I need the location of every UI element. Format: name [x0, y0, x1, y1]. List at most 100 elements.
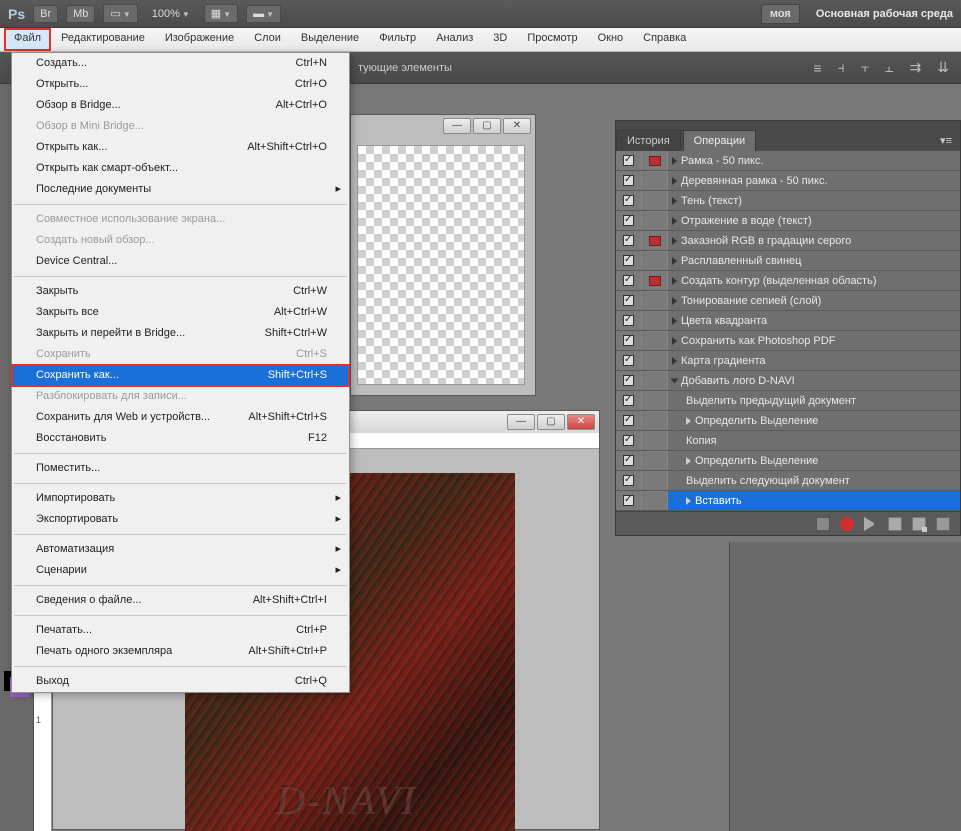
stop-icon[interactable] — [816, 517, 830, 531]
disclosure-icon[interactable] — [672, 297, 677, 305]
menu-view[interactable]: Просмотр — [517, 28, 587, 51]
minibridge-button[interactable]: Mb — [66, 5, 95, 23]
menu-item[interactable]: Печать одного экземпляраAlt+Shift+Ctrl+P — [12, 641, 349, 662]
menu-item[interactable]: Создать...Ctrl+N — [12, 53, 349, 74]
menu-item[interactable]: Импортировать — [12, 488, 349, 509]
disclosure-icon[interactable] — [672, 197, 677, 205]
disclosure-icon[interactable] — [686, 497, 691, 505]
disclosure-icon[interactable] — [686, 417, 691, 425]
action-row[interactable]: Тонирование сепией (слой) — [616, 291, 960, 311]
menu-analysis[interactable]: Анализ — [426, 28, 483, 51]
action-row[interactable]: Сохранить как Photoshop PDF — [616, 331, 960, 351]
checkbox-icon[interactable] — [623, 435, 634, 446]
action-row[interactable]: Выделить предыдущий документ — [616, 391, 960, 411]
trash-icon[interactable] — [936, 517, 950, 531]
disclosure-icon[interactable] — [671, 378, 679, 383]
maximize-button[interactable]: ▢ — [537, 414, 565, 430]
screenmode-button[interactable]: ▬▼ — [246, 5, 281, 23]
new-action-icon[interactable] — [912, 517, 926, 531]
checkbox-icon[interactable] — [623, 295, 634, 306]
minimize-button[interactable]: — — [443, 118, 471, 134]
minimize-button[interactable]: — — [507, 414, 535, 430]
menu-item[interactable]: Поместить... — [12, 458, 349, 479]
distribute-icon[interactable]: ⇉ — [910, 59, 922, 76]
close-button[interactable]: ✕ — [567, 414, 595, 430]
disclosure-icon[interactable] — [672, 157, 677, 165]
align-icon[interactable]: ⫞ — [838, 59, 845, 76]
zoom-value[interactable]: 100%▼ — [152, 8, 190, 20]
menu-edit[interactable]: Редактирование — [51, 28, 155, 51]
menu-item[interactable]: Открыть как смарт-объект... — [12, 158, 349, 179]
checkbox-icon[interactable] — [623, 335, 634, 346]
checkbox-icon[interactable] — [623, 195, 634, 206]
checkbox-icon[interactable] — [623, 155, 634, 166]
action-row[interactable]: Расплавленный свинец — [616, 251, 960, 271]
action-row[interactable]: Заказной RGB в градации серого — [616, 231, 960, 251]
menu-item[interactable]: Открыть как...Alt+Shift+Ctrl+O — [12, 137, 349, 158]
bridge-button[interactable]: Br — [33, 5, 58, 23]
action-row[interactable]: Деревянная рамка - 50 пикс. — [616, 171, 960, 191]
checkbox-icon[interactable] — [623, 355, 634, 366]
disclosure-icon[interactable] — [672, 277, 677, 285]
menu-select[interactable]: Выделение — [291, 28, 369, 51]
panel-menu-icon[interactable]: ▾≡ — [932, 130, 960, 151]
menu-item[interactable]: Последние документы — [12, 179, 349, 200]
checkbox-icon[interactable] — [623, 275, 634, 286]
menu-3d[interactable]: 3D — [483, 28, 517, 51]
distribute-icon[interactable]: ⇊ — [937, 59, 949, 76]
checkbox-icon[interactable] — [623, 395, 634, 406]
menu-item[interactable]: Device Central... — [12, 251, 349, 272]
menu-item[interactable]: Обзор в Bridge...Alt+Ctrl+O — [12, 95, 349, 116]
menu-item[interactable]: Закрыть всеAlt+Ctrl+W — [12, 302, 349, 323]
menu-item[interactable]: Экспортировать — [12, 509, 349, 530]
menu-help[interactable]: Справка — [633, 28, 696, 51]
checkbox-icon[interactable] — [623, 315, 634, 326]
play-icon[interactable] — [864, 517, 878, 531]
workspace-name[interactable]: Основная рабочая среда — [816, 8, 953, 20]
panel-grip[interactable] — [616, 121, 960, 129]
menu-layers[interactable]: Слои — [244, 28, 291, 51]
dialog-icon[interactable] — [649, 236, 661, 246]
menu-window[interactable]: Окно — [588, 28, 634, 51]
disclosure-icon[interactable] — [672, 317, 677, 325]
disclosure-icon[interactable] — [672, 257, 677, 265]
transparent-canvas[interactable] — [357, 145, 525, 385]
action-row[interactable]: Создать контур (выделенная область) — [616, 271, 960, 291]
menu-item[interactable]: Закрыть и перейти в Bridge...Shift+Ctrl+… — [12, 323, 349, 344]
checkbox-icon[interactable] — [623, 175, 634, 186]
checkbox-icon[interactable] — [623, 215, 634, 226]
menu-item[interactable]: Сохранить как...Shift+Ctrl+S — [12, 365, 349, 386]
tab-history[interactable]: История — [616, 130, 681, 151]
checkbox-icon[interactable] — [623, 255, 634, 266]
menu-file[interactable]: Файл — [4, 28, 51, 51]
disclosure-icon[interactable] — [672, 177, 677, 185]
dialog-icon[interactable] — [649, 156, 661, 166]
new-set-icon[interactable] — [888, 517, 902, 531]
align-icon[interactable]: ≡ — [813, 60, 821, 76]
arrange-button[interactable]: ▦▼ — [204, 4, 238, 23]
action-row[interactable]: Копия — [616, 431, 960, 451]
menu-item[interactable]: ВосстановитьF12 — [12, 428, 349, 449]
actions-list[interactable]: Рамка - 50 пикс.Деревянная рамка - 50 пи… — [616, 151, 960, 511]
menu-item[interactable]: Печатать...Ctrl+P — [12, 620, 349, 641]
action-row[interactable]: Определить Выделение — [616, 411, 960, 431]
view-mode-button[interactable]: ▭▼ — [103, 4, 137, 23]
menu-image[interactable]: Изображение — [155, 28, 244, 51]
action-row[interactable]: Добавить лого D-NAVI — [616, 371, 960, 391]
menu-item[interactable]: Сохранить для Web и устройств...Alt+Shif… — [12, 407, 349, 428]
action-row[interactable]: Цвета квадранта — [616, 311, 960, 331]
align-icon[interactable]: ⫟ — [861, 59, 869, 76]
action-row[interactable]: Тень (текст) — [616, 191, 960, 211]
align-icon[interactable]: ⫠ — [885, 59, 893, 76]
close-button[interactable]: ✕ — [503, 118, 531, 134]
action-row[interactable]: Вставить — [616, 491, 960, 511]
menu-item[interactable]: Сценарии — [12, 560, 349, 581]
checkbox-icon[interactable] — [623, 455, 634, 466]
action-row[interactable]: Отражение в воде (текст) — [616, 211, 960, 231]
checkbox-icon[interactable] — [623, 495, 634, 506]
dialog-icon[interactable] — [649, 276, 661, 286]
menu-item[interactable]: ЗакрытьCtrl+W — [12, 281, 349, 302]
checkbox-icon[interactable] — [623, 375, 634, 386]
action-row[interactable]: Определить Выделение — [616, 451, 960, 471]
menu-item[interactable]: Автоматизация — [12, 539, 349, 560]
